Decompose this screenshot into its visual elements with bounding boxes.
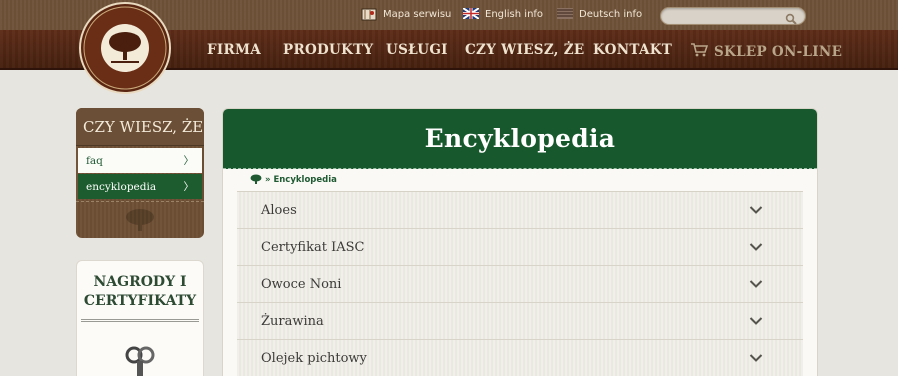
sidebar-czy-wiesz: CZY WIESZ, ŻE faq 〉 encyklopedia 〉 [76, 108, 204, 238]
list-item-aloes[interactable]: Aloes [237, 192, 803, 229]
nav-item-czy-wiesz[interactable]: CZY WIESZ, ŻE [465, 42, 585, 58]
chevron-down-icon [749, 317, 763, 325]
nav-item-kontakt[interactable]: KONTAKT [593, 42, 672, 58]
search-icon[interactable] [785, 10, 797, 29]
sidebar-title: CZY WIESZ, ŻE [83, 117, 204, 136]
chevron-right-icon: 〉 [183, 155, 195, 167]
sidebar-item-label: encyklopedia [86, 180, 157, 193]
list-item-certyfikat[interactable]: Certyfikat IASC [237, 229, 803, 266]
search-input[interactable] [669, 12, 787, 29]
chevron-right-icon: 〉 [183, 181, 195, 193]
list-item-label: Żurawina [261, 313, 324, 329]
sidebar-item-encyklopedia[interactable]: encyklopedia 〉 [78, 174, 202, 199]
deutsch-info-label: Deutsch info [579, 8, 643, 20]
chevron-down-icon [749, 280, 763, 288]
list-item-label: Aloes [261, 202, 297, 218]
search-box [660, 7, 806, 29]
chevron-down-icon [749, 206, 763, 214]
sidebar-item-faq[interactable]: faq 〉 [78, 148, 202, 173]
list-item-label: Certyfikat IASC [261, 239, 365, 255]
cart-icon [690, 42, 709, 61]
list-item-olejek[interactable]: Olejek pichtowy [237, 340, 803, 376]
breadcrumb: » Encyklopedia [223, 169, 817, 191]
deutsch-info-link[interactable]: Deutsch info [557, 8, 642, 20]
list-item-owoce-noni[interactable]: Owoce Noni [237, 266, 803, 303]
breadcrumb-current[interactable]: » Encyklopedia [265, 175, 337, 185]
page-title: Encyklopedia [424, 124, 616, 153]
page-header: Encyklopedia [223, 109, 817, 169]
list-item-label: Owoce Noni [261, 276, 342, 292]
awards-title-line2: CERTYFIKATY [83, 293, 197, 309]
sidebar-footer [76, 201, 204, 238]
map-icon [361, 8, 377, 21]
site-logo[interactable] [79, 0, 171, 96]
chevron-down-icon [749, 243, 763, 251]
awards-divider [81, 319, 199, 322]
nav-item-uslugi[interactable]: USŁUGI [386, 42, 448, 58]
encyclopedia-list: Aloes Certyfikat IASC Owoce Noni Żurawin… [237, 191, 803, 376]
nav-item-firma[interactable]: FIRMA [207, 42, 261, 58]
sidebar-item-label: faq [86, 154, 103, 167]
awards-title: NAGRODY I CERTYFIKATY [77, 273, 203, 311]
tree-icon [123, 207, 157, 237]
awards-title-line1: NAGRODY I [93, 274, 187, 290]
sidebar-header: CZY WIESZ, ŻE [76, 108, 204, 146]
nav-item-produkty[interactable]: PRODUKTY [283, 42, 373, 58]
main-content: Encyklopedia » Encyklopedia Aloes Certyf… [222, 108, 818, 376]
chevron-down-icon [749, 354, 763, 362]
sitemap-link[interactable]: Mapa serwisu [361, 8, 452, 21]
sitemap-label: Mapa serwisu [383, 8, 452, 20]
list-item-label: Olejek pichtowy [261, 350, 367, 366]
award-trophy-icon[interactable] [122, 343, 158, 376]
list-item-zurawina[interactable]: Żurawina [237, 303, 803, 340]
english-info-label: English info [485, 8, 544, 20]
de-flag-icon [557, 8, 573, 20]
home-tree-icon[interactable] [250, 174, 262, 187]
english-info-link[interactable]: English info [462, 7, 544, 20]
awards-box: NAGRODY I CERTYFIKATY [76, 260, 204, 376]
nav-item-shop[interactable]: SKLEP ON-LINE [690, 42, 842, 61]
uk-flag-icon [462, 7, 480, 20]
shop-label: SKLEP ON-LINE [714, 43, 843, 60]
